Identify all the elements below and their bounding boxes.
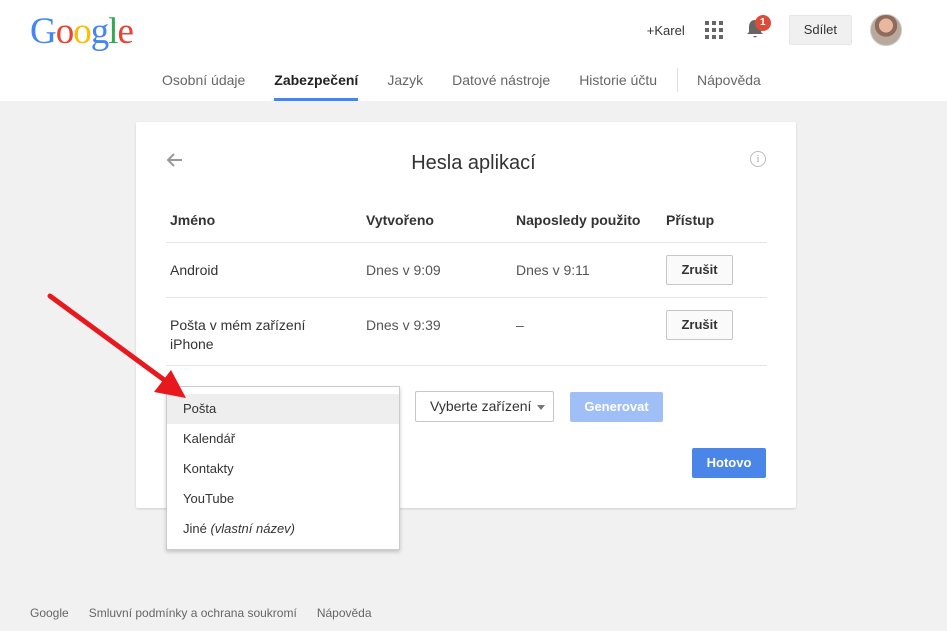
- tab-language[interactable]: Jazyk: [387, 62, 423, 101]
- column-header-last-used: Naposledy použito: [516, 212, 641, 228]
- footer: Google Smluvní podmínky a ochrana soukro…: [30, 606, 392, 620]
- row-divider: [166, 297, 767, 298]
- row-last-used: Dnes v 9:11: [516, 262, 590, 278]
- tab-account-history[interactable]: Historie účtu: [579, 62, 657, 101]
- apps-grid-icon[interactable]: [704, 21, 723, 39]
- tab-personal-info[interactable]: Osobní údaje: [162, 62, 245, 101]
- dropdown-option-calendar[interactable]: Kalendář: [167, 424, 399, 454]
- device-select-value: Vyberte zařízení: [430, 398, 532, 414]
- app-select-dropdown: Pošta Kalendář Kontakty YouTube Jiné (vl…: [166, 386, 400, 550]
- dropdown-option-other-hint: (vlastní název): [210, 521, 296, 536]
- column-header-name: Jméno: [170, 212, 216, 228]
- revoke-button[interactable]: Zrušit: [666, 310, 733, 340]
- logo-letter: e: [117, 11, 134, 52]
- row-divider: [166, 242, 767, 243]
- dropdown-option-contacts[interactable]: Kontakty: [167, 454, 399, 484]
- dropdown-option-youtube[interactable]: YouTube: [167, 484, 399, 514]
- row-name: Android: [170, 262, 219, 278]
- row-created: Dnes v 9:39: [366, 317, 441, 333]
- logo-letter: G: [30, 11, 57, 52]
- revoke-button[interactable]: Zrušit: [666, 255, 733, 285]
- logo-letter: o: [55, 11, 74, 52]
- share-button[interactable]: Sdílet: [788, 15, 852, 45]
- column-header-created: Vytvořeno: [366, 212, 434, 228]
- generate-button: Generovat: [570, 392, 663, 422]
- notifications-bell-icon[interactable]: 1: [745, 15, 771, 42]
- footer-link-help[interactable]: Nápověda: [317, 606, 372, 620]
- chevron-down-icon: [537, 405, 545, 410]
- tab-help[interactable]: Nápověda: [697, 62, 761, 101]
- notification-badge: 1: [754, 15, 771, 31]
- device-select[interactable]: Vyberte zařízení: [415, 391, 554, 422]
- main-nav: Osobní údaje Zabezpečení Jazyk Datové ná…: [162, 62, 790, 101]
- done-button[interactable]: Hotovo: [692, 448, 766, 478]
- tab-security[interactable]: Zabezpečení: [274, 62, 359, 101]
- tab-data-tools[interactable]: Datové nástroje: [452, 62, 550, 101]
- annotation-arrow-icon: [47, 293, 186, 398]
- top-right-bar: +Karel 1 Sdílet: [647, 14, 902, 46]
- dropdown-option-other[interactable]: Jiné (vlastní název): [167, 514, 399, 544]
- logo-letter: o: [73, 11, 91, 52]
- logo-letter: l: [108, 11, 118, 52]
- row-divider: [166, 365, 767, 366]
- avatar[interactable]: [870, 14, 902, 46]
- header: Google +Karel 1 Sdílet Osobní údaje Zabe…: [0, 0, 947, 101]
- dropdown-option-mail[interactable]: Pošta: [167, 394, 399, 424]
- column-header-access: Přístup: [666, 212, 715, 228]
- footer-link-google[interactable]: Google: [30, 606, 69, 620]
- plus-user-link[interactable]: +Karel: [647, 23, 685, 38]
- dropdown-option-other-label: Jiné: [183, 521, 211, 536]
- google-logo[interactable]: Google: [30, 11, 134, 52]
- row-created: Dnes v 9:09: [366, 262, 441, 278]
- footer-link-terms[interactable]: Smluvní podmínky a ochrana soukromí: [89, 606, 297, 620]
- page-title: Hesla aplikací: [411, 152, 536, 174]
- nav-divider: [677, 68, 678, 92]
- row-last-used: –: [516, 317, 524, 333]
- logo-letter: g: [90, 11, 109, 52]
